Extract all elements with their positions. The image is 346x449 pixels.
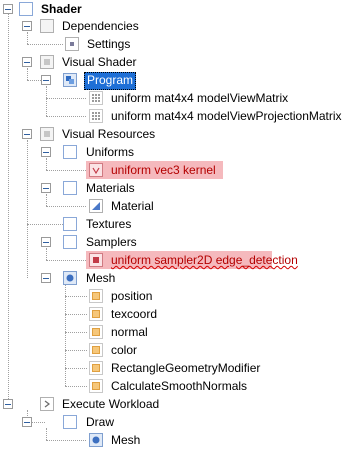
tree-item-label: Samplers: [86, 235, 137, 249]
error-icon: [89, 163, 103, 177]
tree-item-edge-detection[interactable]: uniform sampler2D edge_detection: [0, 251, 340, 269]
tree-item-label: position: [111, 289, 153, 303]
tree-item-label: uniform mat4x4 modelViewProjectionMatrix: [111, 109, 342, 123]
tree-item-label: Textures: [86, 217, 132, 231]
folder-icon: [63, 235, 77, 249]
tree-item-texcoord[interactable]: texcoord: [0, 305, 340, 323]
shader-icon: [19, 2, 33, 16]
collapse-toggle-icon[interactable]: [3, 399, 13, 409]
tree-item-label: Mesh: [86, 271, 116, 285]
mesh-icon: [89, 433, 103, 447]
collapse-toggle-icon[interactable]: [22, 129, 32, 139]
attribute-icon: [89, 289, 103, 303]
collapse-toggle-icon[interactable]: [41, 273, 51, 283]
uniform-icon: [89, 91, 103, 105]
folder-icon: [40, 19, 54, 33]
tree-item-shader[interactable]: Shader: [0, 0, 340, 18]
tree-item-label: Mesh: [111, 433, 141, 447]
tree-item-rectangle-geometry-modifier[interactable]: RectangleGeometryModifier: [0, 359, 340, 377]
folder-icon: [63, 217, 77, 231]
attribute-icon: [89, 343, 103, 357]
collapse-toggle-icon[interactable]: [41, 183, 51, 193]
tree-item-execute-workload[interactable]: Execute Workload: [0, 395, 340, 413]
tree-item-label: normal: [111, 325, 148, 339]
tree-item-label: Material: [111, 199, 154, 213]
folder-icon: [63, 415, 77, 429]
tree-item-visual-shader[interactable]: Visual Shader: [0, 53, 340, 71]
collapse-toggle-icon[interactable]: [41, 237, 51, 247]
tree-item-label: uniform sampler2D edge_detection: [111, 253, 298, 267]
tree-item-materials[interactable]: Materials: [0, 179, 340, 197]
tree-item-label: Program: [84, 72, 137, 90]
workload-icon: [40, 397, 54, 411]
collapse-toggle-icon[interactable]: [41, 75, 51, 85]
collapse-toggle-icon[interactable]: [22, 57, 32, 67]
tree-item-label: Execute Workload: [62, 397, 160, 411]
tree-item-label: Materials: [86, 181, 135, 195]
settings-icon: [65, 37, 79, 51]
tree-item-material[interactable]: Material: [0, 197, 340, 215]
tree-item-label: texcoord: [111, 307, 158, 321]
tree-item-calculate-smooth-normals[interactable]: CalculateSmoothNormals: [0, 377, 340, 395]
attribute-icon: [89, 379, 103, 393]
uniform-icon: [89, 109, 103, 123]
tree-item-label: color: [111, 343, 138, 357]
tree-item-visual-resources[interactable]: Visual Resources: [0, 125, 340, 143]
collapse-toggle-icon[interactable]: [22, 417, 32, 427]
tree-item-label: Shader: [41, 2, 82, 16]
tree-item-mesh[interactable]: Mesh: [0, 269, 340, 287]
mesh-icon: [63, 271, 77, 285]
folder-icon: [63, 145, 77, 159]
tree-item-uniforms[interactable]: Uniforms: [0, 143, 340, 161]
tree-item-draw-mesh[interactable]: Mesh: [0, 431, 340, 449]
folder-icon: [63, 181, 77, 195]
tree-item-color[interactable]: color: [0, 341, 340, 359]
tree-item-model-view-projection-matrix[interactable]: uniform mat4x4 modelViewProjectionMatrix: [0, 107, 342, 125]
tree-item-dependencies[interactable]: Dependencies: [0, 17, 340, 35]
tree-item-label: Dependencies: [62, 19, 139, 33]
attribute-icon: [89, 307, 103, 321]
tree-item-kernel[interactable]: uniform vec3 kernel: [0, 161, 340, 179]
tree-item-samplers[interactable]: Samplers: [0, 233, 340, 251]
collapse-toggle-icon[interactable]: [3, 4, 13, 14]
collapse-toggle-icon[interactable]: [22, 21, 32, 31]
list-folder-icon: [40, 127, 54, 141]
tree-item-textures[interactable]: Textures: [0, 215, 340, 233]
material-icon: [89, 199, 103, 213]
tree-item-normal[interactable]: normal: [0, 323, 340, 341]
tree-item-label: RectangleGeometryModifier: [111, 361, 261, 375]
tree-item-draw[interactable]: Draw: [0, 413, 340, 431]
attribute-icon: [89, 325, 103, 339]
tree-item-settings[interactable]: Settings: [0, 35, 340, 53]
tree-item-label: Visual Shader: [62, 55, 137, 69]
tree-item-label: Uniforms: [86, 145, 135, 159]
shader-tree[interactable]: Shader Dependencies Settings Visual Shad…: [0, 0, 346, 447]
error-icon: [89, 253, 103, 267]
tree-item-label: uniform mat4x4 modelViewMatrix: [111, 91, 289, 105]
attribute-icon: [89, 361, 103, 375]
tree-item-label: CalculateSmoothNormals: [111, 379, 248, 393]
collapse-toggle-icon[interactable]: [41, 147, 51, 157]
tree-item-model-view-matrix[interactable]: uniform mat4x4 modelViewMatrix: [0, 89, 340, 107]
tree-item-label: uniform vec3 kernel: [111, 163, 216, 177]
tree-item-label: Visual Resources: [62, 127, 156, 141]
tree-item-program[interactable]: Program: [0, 71, 340, 90]
list-folder-icon: [40, 55, 54, 69]
tree-item-label: Draw: [86, 415, 115, 429]
tree-item-position[interactable]: position: [0, 287, 340, 305]
program-icon: [63, 73, 77, 87]
tree-item-label: Settings: [87, 37, 131, 51]
